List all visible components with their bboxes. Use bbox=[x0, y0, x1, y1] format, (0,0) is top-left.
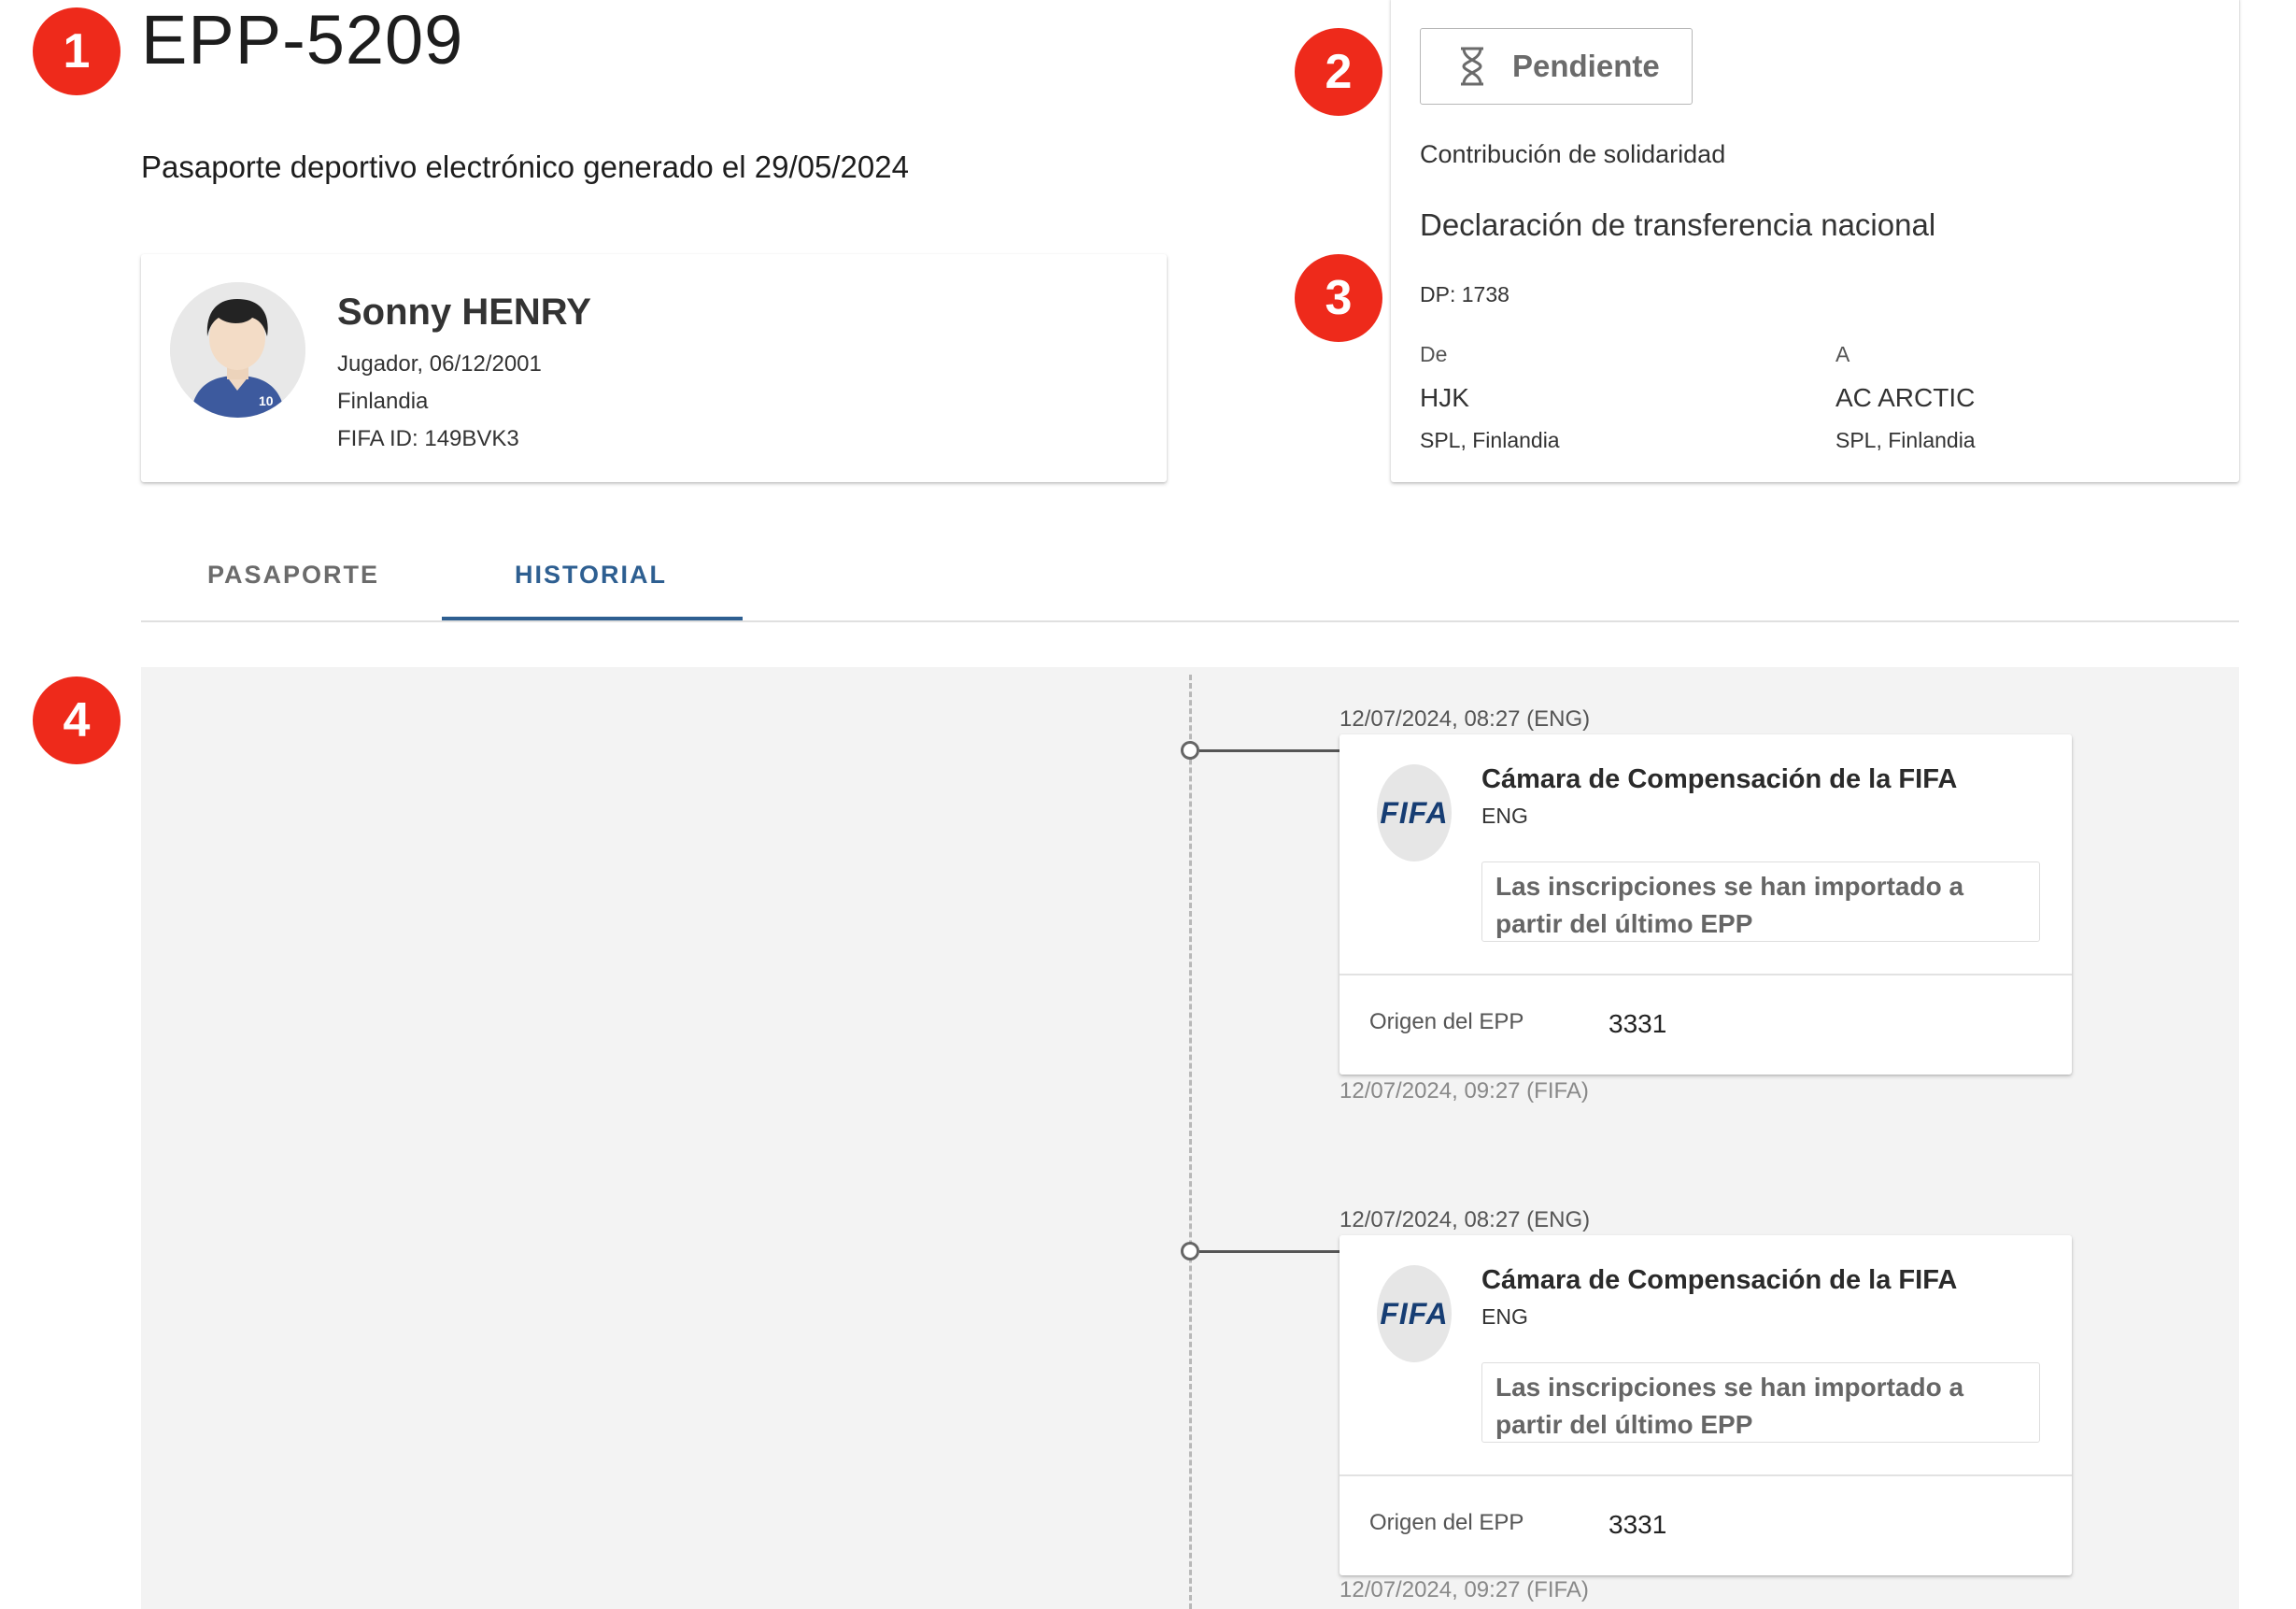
to-label: A bbox=[1835, 342, 1850, 366]
player-name: Sonny HENRY bbox=[337, 292, 591, 333]
history-note: Las inscripciones se han importado a par… bbox=[1481, 861, 2040, 942]
history-card-divider bbox=[1339, 1474, 2072, 1476]
tab-pasaporte[interactable]: PASAPORTE bbox=[207, 561, 379, 590]
transfer-card: Pendiente Contribución de solidaridad De… bbox=[1391, 0, 2239, 482]
timeline-line bbox=[1189, 675, 1192, 1609]
status-label: Pendiente bbox=[1512, 49, 1660, 83]
timeline-node bbox=[1181, 1242, 1199, 1260]
timeline-node bbox=[1181, 741, 1199, 760]
callout-1: 1 bbox=[33, 7, 120, 95]
timeline-connector bbox=[1199, 749, 1339, 752]
history-org-code: ENG bbox=[1481, 1304, 1528, 1329]
history-org-code: ENG bbox=[1481, 804, 1528, 828]
history-timestamp-bottom: 12/07/2024, 09:27 (FIFA) bbox=[1339, 1078, 1589, 1104]
from-league: SPL, Finlandia bbox=[1420, 428, 1560, 452]
callout-3: 3 bbox=[1295, 254, 1382, 342]
player-role-birth: Jugador, 06/12/2001 bbox=[337, 351, 542, 377]
page-title: EPP-5209 bbox=[141, 1, 464, 78]
history-timestamp-top: 12/07/2024, 08:27 (ENG) bbox=[1339, 1207, 1591, 1232]
timeline-connector bbox=[1199, 1250, 1339, 1253]
origin-value: 3331 bbox=[1609, 1510, 1667, 1539]
history-timestamp-bottom: 12/07/2024, 09:27 (FIFA) bbox=[1339, 1577, 1589, 1602]
declaration-type: Declaración de transferencia nacional bbox=[1420, 207, 1936, 242]
origin-value: 3331 bbox=[1609, 1009, 1667, 1038]
dp-number: DP: 1738 bbox=[1420, 282, 1509, 306]
from-club: HJK bbox=[1420, 383, 1469, 412]
tab-historial[interactable]: HISTORIAL bbox=[515, 561, 667, 590]
from-label: De bbox=[1420, 342, 1448, 366]
player-country: Finlandia bbox=[337, 389, 429, 414]
origin-label: Origen del EPP bbox=[1369, 1510, 1524, 1535]
to-club: AC ARCTIC bbox=[1835, 383, 1976, 412]
to-league: SPL, Finlandia bbox=[1835, 428, 1976, 452]
fifa-logo: FIFA bbox=[1377, 1265, 1452, 1362]
player-card: 10 Sonny HENRY Jugador, 06/12/2001 Finla… bbox=[141, 254, 1167, 482]
history-card: FIFA Cámara de Compensación de la FIFA E… bbox=[1339, 734, 2072, 1075]
page-subtitle: Pasaporte deportivo electrónico generado… bbox=[141, 150, 909, 184]
history-card-divider bbox=[1339, 974, 2072, 975]
origin-label: Origen del EPP bbox=[1369, 1009, 1524, 1034]
contribution-type: Contribución de solidaridad bbox=[1420, 140, 1726, 168]
history-org: Cámara de Compensación de la FIFA bbox=[1481, 764, 1958, 794]
history-timestamp-top: 12/07/2024, 08:27 (ENG) bbox=[1339, 706, 1591, 732]
history-card: FIFA Cámara de Compensación de la FIFA E… bbox=[1339, 1235, 2072, 1575]
callout-2: 2 bbox=[1295, 28, 1382, 116]
player-fifa-id: FIFA ID: 149BVK3 bbox=[337, 426, 519, 451]
tabs-divider bbox=[141, 620, 2239, 622]
history-org: Cámara de Compensación de la FIFA bbox=[1481, 1265, 1958, 1295]
tab-active-indicator bbox=[442, 617, 743, 620]
status-pending-button[interactable]: Pendiente bbox=[1420, 28, 1693, 105]
callout-4: 4 bbox=[33, 676, 120, 764]
history-note: Las inscripciones se han importado a par… bbox=[1481, 1362, 2040, 1443]
svg-text:10: 10 bbox=[259, 393, 274, 408]
player-avatar: 10 bbox=[170, 282, 305, 418]
hourglass-icon bbox=[1458, 47, 1486, 86]
fifa-logo: FIFA bbox=[1377, 764, 1452, 861]
